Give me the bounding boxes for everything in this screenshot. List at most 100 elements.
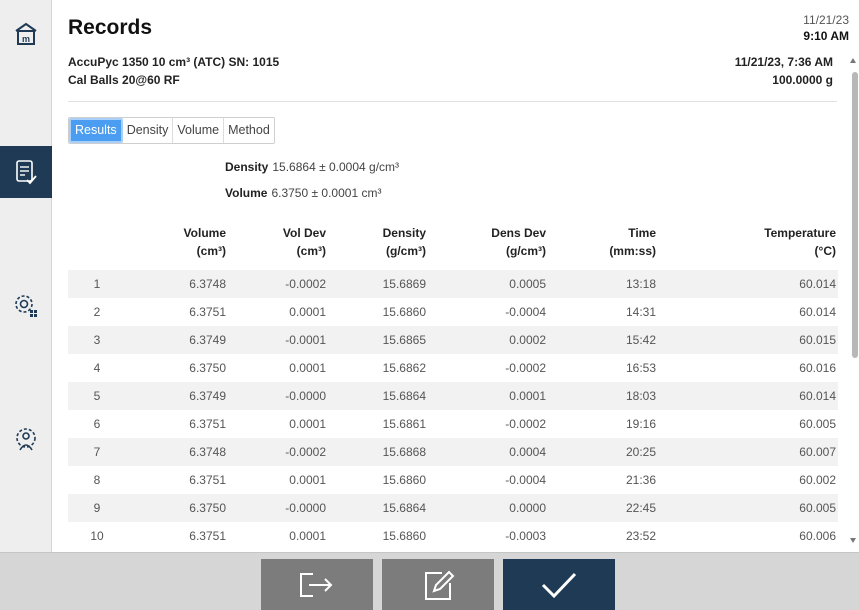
- time-cell: 23:52: [548, 522, 658, 550]
- clock: 11/21/23 9:10 AM: [803, 12, 849, 44]
- exit-button[interactable]: [261, 559, 373, 610]
- column-header-dens-dev: Dens Dev (g/cm³): [491, 226, 546, 258]
- nav-system-settings-button[interactable]: [0, 280, 52, 332]
- time-cell: 13:18: [548, 270, 658, 298]
- dens-dev-cell: 0.0005: [428, 270, 548, 298]
- nav-home-button[interactable]: m: [0, 8, 52, 60]
- bottom-action-bar: [0, 552, 859, 610]
- time-cell: 21:36: [548, 466, 658, 494]
- volume-summary-label: Volume: [225, 186, 268, 200]
- edit-button[interactable]: [382, 559, 494, 610]
- volume-cell: 6.3751: [128, 522, 228, 550]
- run-index: 10: [68, 522, 128, 550]
- volume-cell: 6.3751: [128, 410, 228, 438]
- dens-dev-cell: -0.0004: [428, 298, 548, 326]
- sample-label: Cal Balls 20@60 RF: [68, 73, 180, 87]
- density-cell: 15.6869: [328, 270, 428, 298]
- table-row: 10 6.3751 0.0001 15.6860 -0.0003 23:52 60.006: [68, 522, 838, 550]
- temperature-cell: 60.005: [658, 494, 838, 522]
- run-index: 5: [68, 382, 128, 410]
- vol-dev-cell: 0.0001: [228, 466, 328, 494]
- table-row: 9 6.3750 -0.0000 15.6864 0.0000 22:45 60.005: [68, 494, 838, 522]
- dens-dev-cell: -0.0003: [428, 522, 548, 550]
- table-row: 1 6.3748 -0.0002 15.6869 0.0005 13:18 60.014: [68, 270, 838, 298]
- dens-dev-cell: -0.0002: [428, 354, 548, 382]
- tab-volume[interactable]: Volume: [173, 118, 225, 143]
- vol-dev-cell: -0.0002: [228, 438, 328, 466]
- results-table: Volume (cm³) Vol Dev (cm³) Density (g/cm³) …: [68, 224, 838, 550]
- volume-cell: 6.3749: [128, 326, 228, 354]
- confirm-button[interactable]: [503, 559, 615, 610]
- table-row: 4 6.3750 0.0001 15.6862 -0.0002 16:53 60.016: [68, 354, 838, 382]
- temperature-cell: 60.014: [658, 270, 838, 298]
- settings-grid-icon: [15, 295, 37, 317]
- table-row: 5 6.3749 -0.0000 15.6864 0.0001 18:03 60.014: [68, 382, 838, 410]
- run-index: 6: [68, 410, 128, 438]
- column-header-vol-dev: Vol Dev (cm³): [282, 226, 326, 258]
- temperature-cell: 60.006: [658, 522, 838, 550]
- volume-summary-value: 6.3750 ± 0.0001 cm³: [271, 186, 382, 200]
- nav-records-button[interactable]: [0, 146, 52, 198]
- vol-dev-cell: 0.0001: [228, 354, 328, 382]
- dens-dev-cell: -0.0004: [428, 466, 548, 494]
- table-body: 1 6.3748 -0.0002 15.6869 0.0005 13:18 60.014 2 6…: [68, 270, 838, 550]
- temperature-cell: 60.005: [658, 410, 838, 438]
- table-row: 3 6.3749 -0.0001 15.6865 0.0002 15:42 60.015: [68, 326, 838, 354]
- tab-method[interactable]: Method: [224, 118, 274, 143]
- tab-results[interactable]: Results: [69, 118, 123, 143]
- volume-cell: 6.3751: [128, 298, 228, 326]
- sample-mass: 100.0000 g: [772, 73, 833, 87]
- density-cell: 15.6860: [328, 298, 428, 326]
- exit-icon: [300, 573, 333, 597]
- run-index: 4: [68, 354, 128, 382]
- density-cell: 15.6864: [328, 494, 428, 522]
- density-cell: 15.6868: [328, 438, 428, 466]
- scroll-up-arrow-icon[interactable]: [850, 58, 856, 63]
- tab-density[interactable]: Density: [123, 118, 174, 143]
- dens-dev-cell: 0.0001: [428, 382, 548, 410]
- density-cell: 15.6864: [328, 382, 428, 410]
- scroll-thumb[interactable]: [852, 72, 858, 358]
- current-time: 9:10 AM: [803, 29, 849, 43]
- table-row: 8 6.3751 0.0001 15.6860 -0.0004 21:36 60.002: [68, 466, 838, 494]
- dens-dev-cell: -0.0002: [428, 410, 548, 438]
- column-header-time: Time (mm:ss): [609, 226, 656, 258]
- dens-dev-cell: 0.0000: [428, 494, 548, 522]
- table-row: 6 6.3751 0.0001 15.6861 -0.0002 19:16 60.005: [68, 410, 838, 438]
- volume-cell: 6.3750: [128, 494, 228, 522]
- vol-dev-cell: -0.0001: [228, 326, 328, 354]
- scroll-down-arrow-icon[interactable]: [850, 538, 856, 543]
- vol-dev-cell: -0.0000: [228, 494, 328, 522]
- temperature-cell: 60.007: [658, 438, 838, 466]
- vol-dev-cell: 0.0001: [228, 410, 328, 438]
- home-icon: m: [15, 22, 37, 45]
- vol-dev-cell: -0.0002: [228, 270, 328, 298]
- app-window: m Records 11/21/23 9:10 AM AccuPyc 1350 …: [0, 0, 859, 610]
- user-settings-icon: [16, 428, 36, 451]
- time-cell: 18:03: [548, 382, 658, 410]
- table-row: 7 6.3748 -0.0002 15.6868 0.0004 20:25 60.007: [68, 438, 838, 466]
- temperature-cell: 60.015: [658, 326, 838, 354]
- time-cell: 15:42: [548, 326, 658, 354]
- temperature-cell: 60.016: [658, 354, 838, 382]
- page-title: Records: [68, 16, 153, 39]
- volume-cell: 6.3750: [128, 354, 228, 382]
- column-header-volume: Volume (cm³): [183, 226, 226, 258]
- checkmark-icon: [541, 572, 577, 599]
- vol-dev-cell: -0.0000: [228, 382, 328, 410]
- column-header-density: Density (g/cm³): [382, 226, 426, 258]
- temperature-cell: 60.002: [658, 466, 838, 494]
- temperature-cell: 60.014: [658, 382, 838, 410]
- density-summary-value: 15.6864 ± 0.0004 g/cm³: [272, 160, 400, 174]
- density-cell: 15.6861: [328, 410, 428, 438]
- column-header-temperature: Temperature (°C): [764, 226, 836, 258]
- temperature-cell: 60.014: [658, 298, 838, 326]
- volume-cell: 6.3748: [128, 270, 228, 298]
- dens-dev-cell: 0.0002: [428, 326, 548, 354]
- run-index: 8: [68, 466, 128, 494]
- volume-summary: Volume 6.3750 ± 0.0001 cm³: [225, 186, 381, 200]
- nav-user-settings-button[interactable]: [0, 414, 52, 466]
- table-row: 2 6.3751 0.0001 15.6860 -0.0004 14:31 60.014: [68, 298, 838, 326]
- column-header-index: [68, 224, 128, 270]
- main-panel: Records 11/21/23 9:10 AM AccuPyc 1350 10…: [52, 0, 859, 552]
